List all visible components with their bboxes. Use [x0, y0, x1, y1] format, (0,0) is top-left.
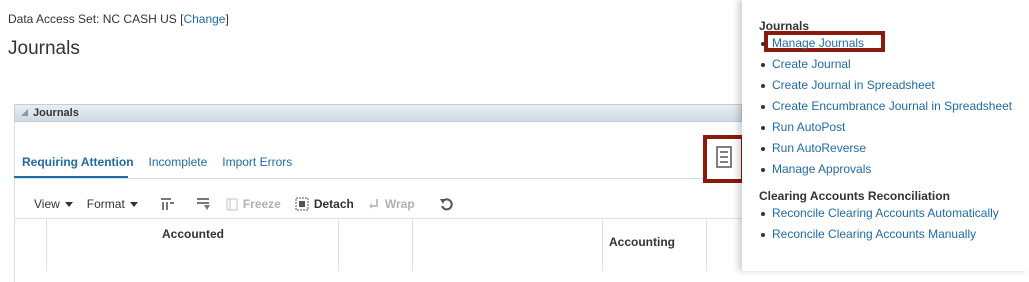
- tab-divider: [14, 178, 742, 179]
- tab-incomplete[interactable]: Incomplete: [149, 155, 208, 169]
- wrap-icon: [368, 198, 378, 209]
- format-menu[interactable]: Format: [87, 197, 138, 211]
- refresh-button[interactable]: [439, 196, 455, 212]
- task-run-autoreverse[interactable]: Run AutoReverse: [760, 141, 866, 155]
- task-reconcile-manually[interactable]: Reconcile Clearing Accounts Manually: [760, 227, 976, 241]
- document-icon-highlight[interactable]: [703, 135, 745, 183]
- freeze-icon: [226, 198, 238, 210]
- journals-panel-header[interactable]: Journals: [14, 104, 742, 122]
- collapse-triangle-icon[interactable]: [21, 109, 28, 116]
- chevron-down-icon: [64, 201, 73, 207]
- column-header-accounted[interactable]: Accounted: [162, 227, 224, 241]
- task-create-journal[interactable]: Create Journal: [761, 57, 851, 71]
- data-access-value: NC CASH US: [102, 12, 177, 26]
- change-link[interactable]: Change: [183, 12, 225, 26]
- filter-icon: [196, 198, 210, 210]
- tab-requiring-attention[interactable]: Requiring Attention: [22, 155, 134, 169]
- task-reconcile-automatically[interactable]: Reconcile Clearing Accounts Automaticall…: [761, 206, 999, 220]
- freeze-button[interactable]: Freeze: [226, 197, 281, 211]
- detach-button[interactable]: Detach: [295, 197, 354, 211]
- detach-icon: [295, 197, 309, 211]
- column-header-accounting[interactable]: Accounting: [609, 235, 675, 249]
- clearing-task-heading: Clearing Accounts Reconciliation: [759, 189, 950, 203]
- view-menu[interactable]: View: [34, 197, 73, 211]
- panel-title: Journals: [33, 107, 79, 119]
- data-access-set: Data Access Set: NC CASH US [Change]: [8, 12, 229, 26]
- filter-button[interactable]: [196, 196, 212, 212]
- task-create-encumbrance-journal[interactable]: Create Encumbrance Journal in Spreadshee…: [760, 99, 1012, 113]
- page-title: Journals: [8, 38, 80, 59]
- task-manage-journals[interactable]: Manage Journals: [760, 36, 864, 50]
- data-access-label: Data Access Set:: [8, 12, 100, 26]
- chevron-down-icon: [129, 201, 138, 207]
- tab-import-errors[interactable]: Import Errors: [222, 155, 292, 169]
- columns-button[interactable]: [160, 196, 176, 212]
- tasks-panel: Journals Manage Journals Create Journal …: [742, 0, 1029, 271]
- table-toolbar: View Format Freeze Detach Wrap: [34, 196, 469, 212]
- task-manage-approvals[interactable]: Manage Approvals: [760, 162, 871, 176]
- task-create-journal-spreadsheet[interactable]: Create Journal in Spreadsheet: [761, 78, 935, 92]
- wrap-button[interactable]: Wrap: [368, 197, 415, 211]
- journals-table: Accounted Accounting: [14, 218, 742, 271]
- refresh-icon: [439, 198, 453, 211]
- columns-icon: [160, 198, 174, 210]
- task-run-autopost[interactable]: Run AutoPost: [760, 120, 845, 134]
- journal-tabs: Requiring Attention Incomplete Import Er…: [22, 155, 292, 169]
- document-icon: [716, 146, 732, 168]
